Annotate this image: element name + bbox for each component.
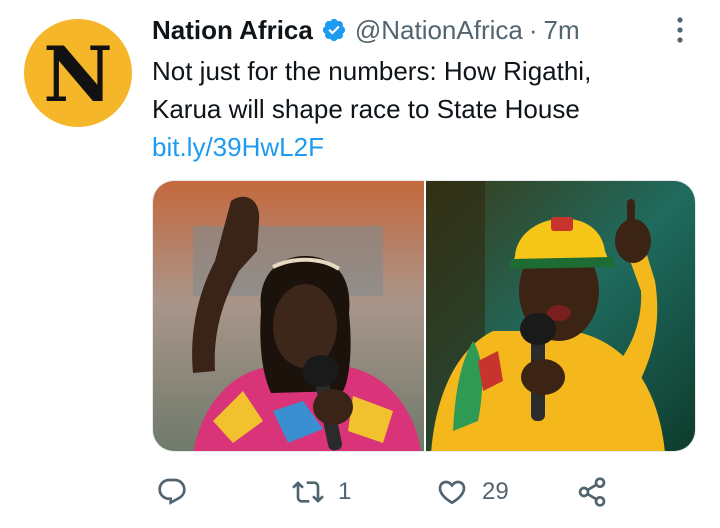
separator-dot: · <box>528 14 538 45</box>
tweet-text-line: Not just for the numbers: How Rigathi, <box>152 56 592 86</box>
tweet-link[interactable]: bit.ly/39HwL2F <box>152 128 324 166</box>
reply-icon <box>158 478 186 505</box>
tweet-media[interactable] <box>152 180 696 452</box>
tweet-header: Nation Africa @NationAfrica · 7m <box>152 10 580 50</box>
tweet-text-line: Karua will shape race to State House <box>152 94 580 124</box>
media-photo-collage <box>153 181 695 451</box>
reply-button[interactable] <box>156 472 202 512</box>
left-photo <box>153 181 425 451</box>
heart-icon <box>438 480 466 505</box>
more-options-icon[interactable] <box>670 14 690 46</box>
share-icon <box>578 477 606 507</box>
display-name[interactable]: Nation Africa <box>152 15 313 46</box>
avatar[interactable]: N <box>24 19 132 127</box>
right-photo <box>425 181 695 451</box>
handle[interactable]: @NationAfrica <box>355 15 523 46</box>
retweet-count: 1 <box>338 478 352 505</box>
timestamp[interactable]: 7m <box>544 15 580 46</box>
retweet-button[interactable]: 1 <box>292 472 351 512</box>
avatar-letter: N <box>43 30 113 119</box>
retweet-icon <box>292 481 324 503</box>
like-count: 29 <box>482 478 509 505</box>
share-button[interactable] <box>576 472 622 512</box>
tweet-text: Not just for the numbers: How Rigathi, K… <box>152 52 702 128</box>
tweet-actions: 1 29 <box>152 472 712 512</box>
like-button[interactable]: 29 <box>436 472 509 512</box>
verified-badge-icon <box>322 18 345 42</box>
